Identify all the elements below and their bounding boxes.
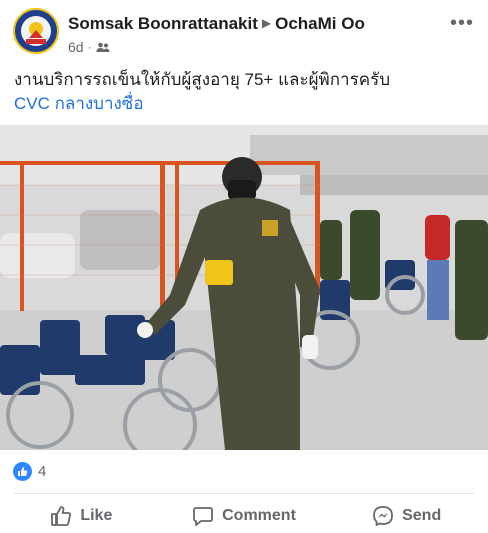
photo-image	[0, 125, 488, 450]
messenger-icon	[373, 505, 394, 526]
like-button[interactable]: Like	[0, 498, 163, 533]
comment-button[interactable]: Comment	[163, 498, 326, 533]
post-meta: 6d ·	[68, 39, 110, 55]
author-name[interactable]: Somsak Boonrattanakit	[68, 14, 258, 33]
reaction-summary[interactable]: 4	[13, 462, 46, 481]
divider	[14, 493, 474, 494]
comment-icon	[193, 506, 214, 526]
avatar-logo-icon	[16, 11, 56, 51]
post-title: Somsak Boonrattanakit ▶ OchaMi Oo	[68, 14, 365, 34]
separator-dot: ·	[87, 40, 92, 54]
arrow-right-icon: ▶	[261, 16, 272, 30]
more-options-icon[interactable]: •••	[450, 12, 474, 35]
post-link[interactable]: CVC กลางบางซื่อ	[14, 92, 144, 116]
friends-icon	[96, 42, 110, 52]
post-time[interactable]: 6d	[68, 39, 84, 55]
like-reaction-icon	[13, 462, 32, 481]
thumbs-up-icon	[51, 505, 72, 526]
post-photo[interactable]	[0, 125, 488, 450]
reaction-count: 4	[38, 463, 47, 480]
post-header: Somsak Boonrattanakit ▶ OchaMi Oo 6d · •••	[0, 0, 488, 60]
author-avatar[interactable]	[13, 8, 59, 54]
send-label: Send	[402, 506, 442, 524]
post-text: งานบริการรถเข็นให้กับผู้สูงอายุ 75+ และผ…	[14, 70, 391, 89]
action-bar: Like Comment Send	[0, 498, 488, 533]
group-name[interactable]: OchaMi Oo	[275, 14, 365, 33]
comment-label: Comment	[222, 506, 296, 524]
like-label: Like	[80, 506, 113, 524]
send-button[interactable]: Send	[325, 498, 488, 533]
